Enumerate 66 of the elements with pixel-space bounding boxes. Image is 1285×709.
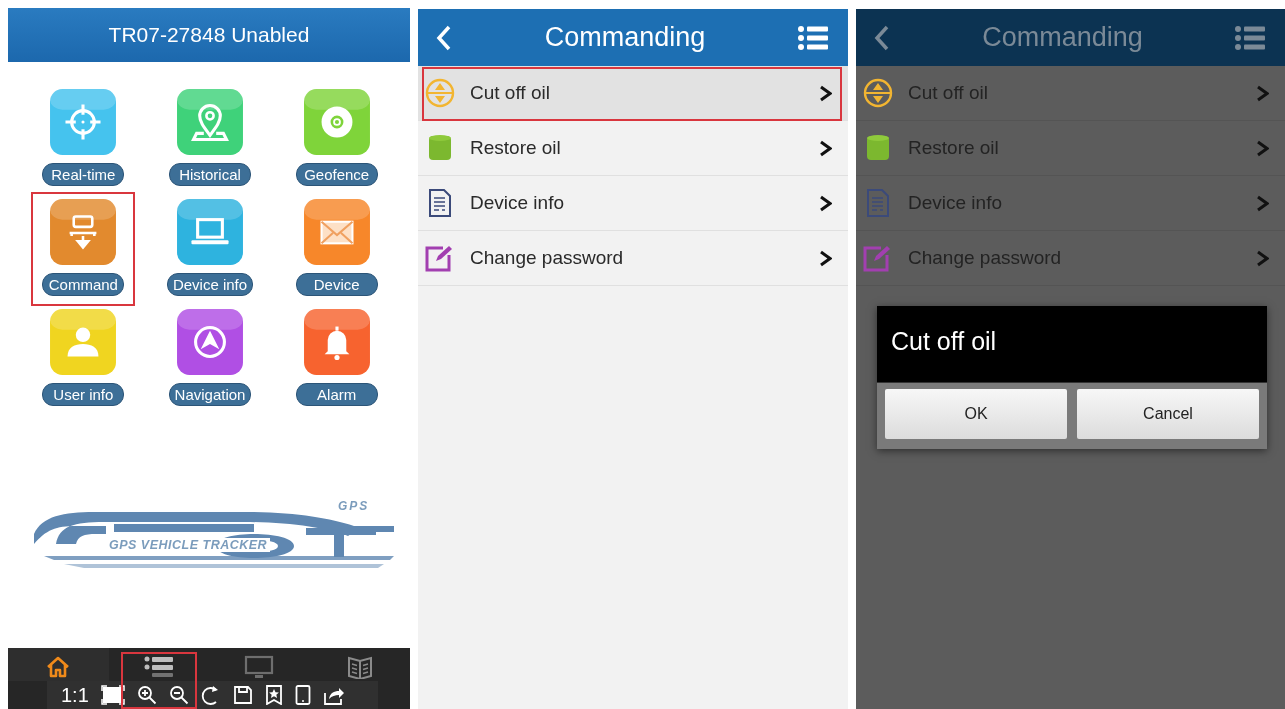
menu-label: Restore oil [908,137,1000,159]
menu-icon[interactable] [798,24,828,51]
header-title: TR07-27848 Unabled [108,23,310,47]
chevron-icon [1256,194,1269,212]
laptop-icon[interactable] [176,198,244,266]
dialog-button[interactable]: OK [885,389,1067,439]
tile-label[interactable]: Device info [166,273,254,296]
logo-caption: GPS VEHICLE TRACKER [106,538,271,552]
edit-icon [425,244,455,272]
bell-icon[interactable] [302,308,371,376]
tile-label[interactable]: Device [295,273,378,296]
valve-icon [863,78,893,108]
cylinder-icon [428,134,452,162]
zoom-ratio-button[interactable]: 1:1 [61,683,89,707]
edit-icon [863,244,893,272]
valve-icon [425,78,455,108]
dialog-title: Cut off oil [877,306,1267,383]
chevron-icon [1256,84,1269,102]
menu-label: Cut off oil [908,82,989,104]
tile-label[interactable]: Geofence [295,163,378,186]
menu-label: Change password [470,247,625,269]
header-title: Commanding [543,22,707,53]
logo-gps-label: GPS [338,499,370,513]
menu-row[interactable]: Change password [418,231,848,286]
chevron-icon [1256,139,1269,157]
chevron-icon [819,139,832,157]
menu-row[interactable]: Device info [418,176,848,231]
save-icon[interactable] [232,685,253,705]
menu-label: Device info [470,192,565,214]
back-icon[interactable] [436,23,452,52]
tile-label[interactable]: Alarm [295,383,378,406]
back-icon[interactable] [874,23,890,52]
nav-tab[interactable] [8,648,109,681]
bookmark-star-icon[interactable] [264,685,283,705]
terminal-icon[interactable] [49,198,118,266]
menu-label: Cut off oil [470,82,551,104]
zoom-in-icon[interactable] [136,685,157,705]
dialog-button[interactable]: Cancel [1077,389,1259,439]
menu-row[interactable]: Restore oil [418,121,848,176]
navigation-icon[interactable] [176,308,244,376]
tablet-icon[interactable] [294,685,311,705]
chevron-icon [1256,249,1269,267]
chevron-icon [819,194,832,212]
tile-label[interactable]: User info [42,383,125,406]
monitor-icon[interactable] [244,655,275,679]
share-icon[interactable] [322,685,345,705]
list-icon[interactable] [143,655,174,679]
menu-label: Restore oil [470,137,562,159]
document-icon [428,188,452,218]
tile-label[interactable]: Command [42,273,125,296]
tile-label[interactable]: Real-time [42,163,125,186]
tile-label[interactable]: Historical [169,163,251,186]
book-icon[interactable] [346,655,373,679]
menu-label: Device info [908,192,1003,214]
document-icon [866,188,890,218]
fit-screen-icon[interactable] [100,685,125,705]
chevron-icon [819,249,832,267]
menu-icon[interactable] [1235,24,1265,51]
zoom-out-icon[interactable] [168,685,189,705]
menu-row[interactable]: Cut off oil [418,66,848,121]
header-title: Commanding [981,22,1144,53]
chevron-icon [819,84,832,102]
cylinder-icon [866,134,890,162]
tile-label[interactable]: Navigation [168,383,252,406]
menu-label: Change password [908,247,1063,269]
envelope-icon[interactable] [302,198,371,266]
